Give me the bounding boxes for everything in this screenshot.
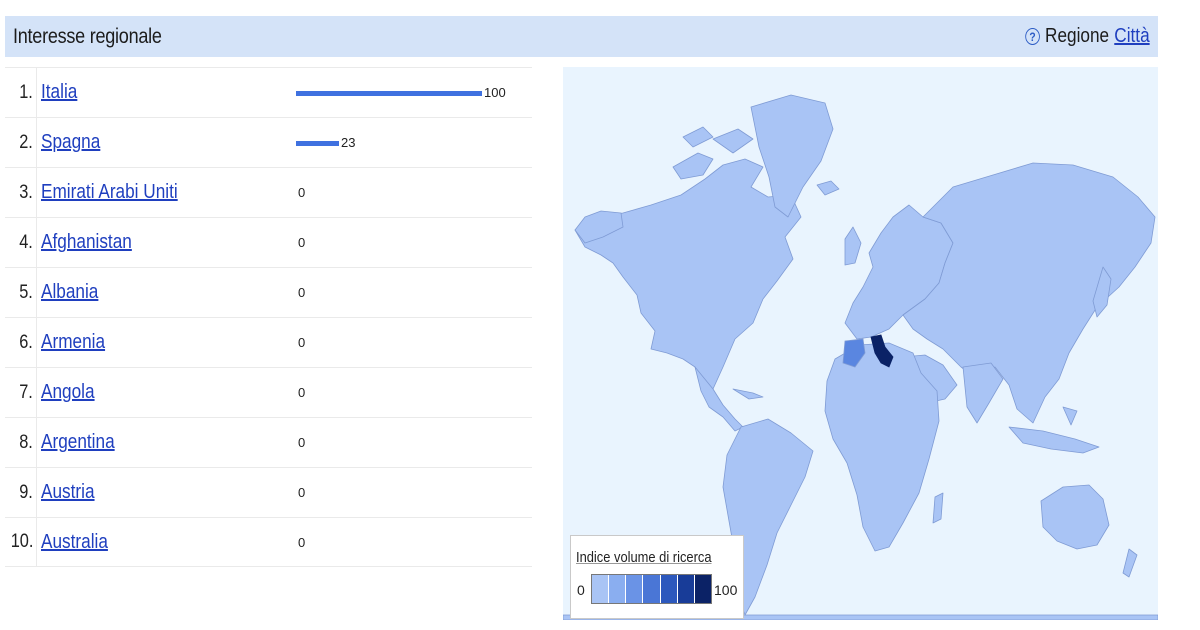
country-link[interactable]: Austria: [41, 481, 95, 504]
rank-number: 10.: [5, 518, 37, 566]
interest-value: 0: [298, 185, 306, 200]
country-link[interactable]: Australia: [41, 531, 108, 554]
legend-swatch: [643, 575, 661, 603]
country-link[interactable]: Italia: [41, 81, 77, 104]
rank-label: 3.: [19, 181, 33, 203]
madagascar-shape: [932, 492, 944, 524]
rank-number: 8.: [5, 418, 37, 467]
rank-label: 10.: [10, 531, 33, 552]
country-link[interactable]: Emirati Arabi Uniti: [41, 181, 178, 204]
city-link[interactable]: Città: [1115, 25, 1150, 48]
interest-value: 100: [484, 85, 506, 100]
rank-label: 1.: [19, 81, 33, 103]
ranking-row: 10. Australia 0: [5, 517, 532, 567]
iceland-shape: [816, 180, 840, 196]
question-circle-icon[interactable]: ?: [1025, 28, 1041, 45]
ranking-row: 9. Austria 0: [5, 467, 532, 517]
legend-swatch: [609, 575, 627, 603]
legend-title: Indice volume di ricerca: [576, 549, 712, 566]
north-america-shape: [574, 158, 802, 390]
ranking-row: 4. Afghanistan 0: [5, 217, 532, 267]
rank-label: 8.: [19, 431, 33, 453]
rank-number: 2.: [5, 118, 37, 167]
region-label: Regione: [1045, 25, 1110, 47]
rank-number: 1.: [5, 68, 37, 117]
uk-shape: [844, 226, 862, 266]
rank-label: 7.: [19, 381, 33, 403]
new-zealand-shape: [1122, 548, 1138, 578]
ranking-row: 3. Emirati Arabi Uniti 0: [5, 167, 532, 217]
region-ranking-list: 1. Italia 100 2. Spagna 23 3. Emirati Arabi Uni…: [5, 67, 532, 567]
legend-min: 0: [577, 582, 585, 598]
country-link[interactable]: Albania: [41, 281, 98, 304]
interest-value: 0: [298, 385, 306, 400]
ranking-row: 7. Angola 0: [5, 367, 532, 417]
legend-color-scale: [591, 574, 712, 604]
rank-label: 4.: [19, 231, 33, 253]
interest-value: 23: [341, 135, 356, 150]
rank-number: 4.: [5, 218, 37, 267]
interest-value: 0: [298, 335, 306, 350]
rank-label: 5.: [19, 281, 33, 303]
caribbean-shape: [732, 388, 764, 400]
country-link[interactable]: Argentina: [41, 431, 115, 454]
search-volume-legend: Indice volume di ricerca 0 100: [570, 535, 744, 619]
rank-number: 3.: [5, 168, 37, 217]
rank-label: 6.: [19, 331, 33, 353]
africa-shape: [824, 342, 940, 552]
legend-swatch: [694, 575, 711, 603]
interest-bar: [296, 141, 339, 146]
country-link[interactable]: Armenia: [41, 331, 105, 354]
interest-value: 0: [298, 535, 306, 550]
interest-bar: [296, 91, 482, 96]
australia-shape: [1040, 484, 1110, 550]
rank-number: 6.: [5, 318, 37, 367]
legend-swatch: [626, 575, 644, 603]
legend-swatch: [592, 575, 610, 603]
country-link[interactable]: Spagna: [41, 131, 100, 154]
interest-value: 0: [298, 485, 306, 500]
region-city-toggle: ? Regione Città: [1025, 25, 1150, 48]
interest-value: 0: [298, 235, 306, 250]
interest-value: 0: [298, 435, 306, 450]
ranking-row: 1. Italia 100: [5, 67, 532, 117]
ranking-row: 5. Albania 0: [5, 267, 532, 317]
section-title: Interesse regionale: [13, 24, 162, 48]
ranking-row: 8. Argentina 0: [5, 417, 532, 467]
interest-value: 0: [298, 285, 306, 300]
country-link[interactable]: Afghanistan: [41, 231, 132, 254]
india-shape: [962, 362, 1004, 424]
legend-swatch: [677, 575, 695, 603]
country-link[interactable]: Angola: [41, 381, 95, 404]
rank-number: 9.: [5, 468, 37, 517]
rank-number: 7.: [5, 368, 37, 417]
rank-number: 5.: [5, 268, 37, 317]
ranking-row: 2. Spagna 23: [5, 117, 532, 167]
legend-max: 100: [714, 582, 738, 598]
rank-label: 9.: [19, 481, 33, 503]
section-header: Interesse regionale ? Regione Città: [5, 16, 1158, 57]
rank-label: 2.: [19, 131, 33, 153]
legend-swatch: [660, 575, 678, 603]
ranking-row: 6. Armenia 0: [5, 317, 532, 367]
